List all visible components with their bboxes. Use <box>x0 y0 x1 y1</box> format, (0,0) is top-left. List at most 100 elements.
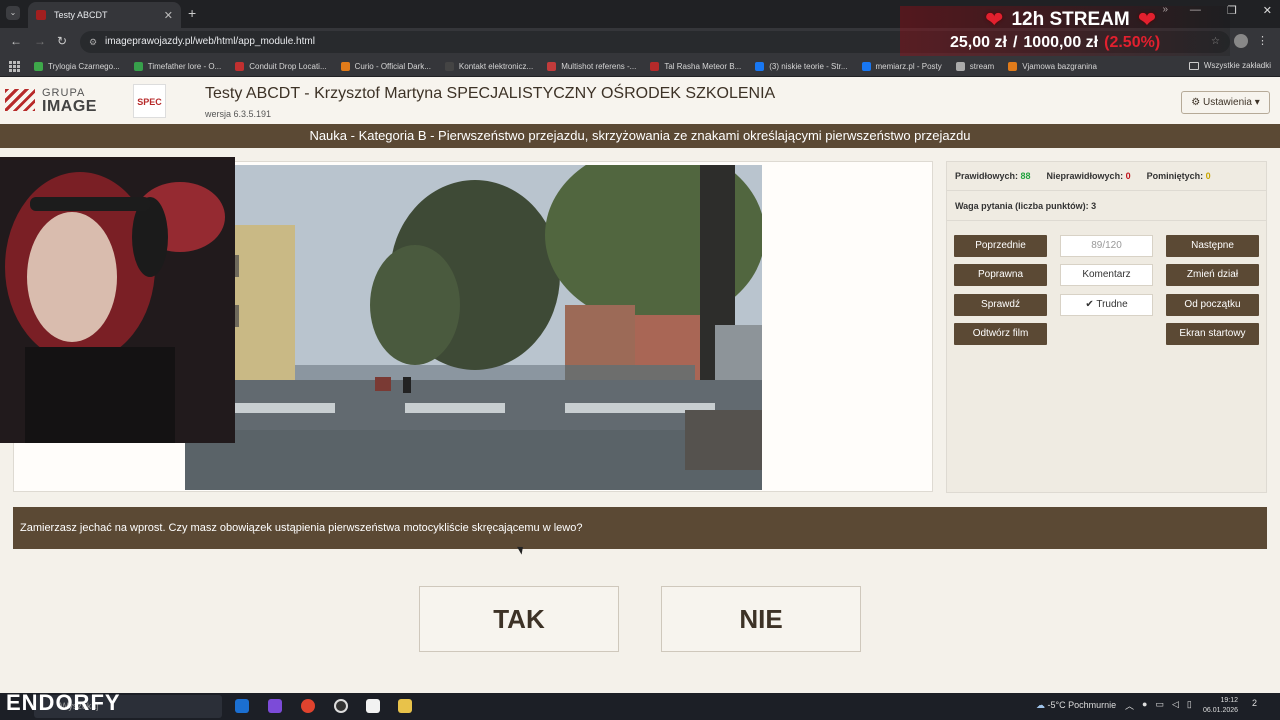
clock-date: 06.01.2026 <box>1203 707 1239 714</box>
bookmark-favicon-icon <box>955 61 965 71</box>
chrome-icon[interactable] <box>301 699 315 713</box>
bookmarks-bar: Trylogia Czarnego... Timefather lore - O.… <box>0 56 1280 77</box>
cloud-icon: ☁ <box>1036 700 1045 710</box>
heart-icon: ❤ <box>985 7 1004 32</box>
close-window-icon[interactable]: ✕ <box>1263 4 1272 17</box>
gear-icon: ⚙ <box>1191 97 1201 108</box>
change-section-button[interactable]: Zmień dział <box>1166 264 1259 286</box>
endorfy-logo: ENDORFY <box>6 690 121 715</box>
settings-button[interactable]: ⚙ Ustawienia ▾ <box>1181 91 1270 114</box>
bookmark-label: Multishot referens -... <box>561 61 637 71</box>
grupa-image-logo-icon <box>5 89 35 111</box>
back-icon[interactable]: ← <box>10 34 22 48</box>
streamer-webcam-image <box>0 157 235 443</box>
site-header: GRUPA IMAGE SPEC Testy ABCDT - Krzysztof… <box>0 77 1280 124</box>
tab-title: Testy ABCDT <box>54 10 108 20</box>
copilot-icon[interactable] <box>235 699 249 713</box>
tab-favicon-icon <box>36 10 46 20</box>
taskbar-clock[interactable]: 19:12 06.01.2026 <box>1203 696 1238 716</box>
new-tab-button[interactable]: + <box>188 5 196 21</box>
stream-title: 12h STREAM <box>1011 9 1130 30</box>
tab-close-icon[interactable]: ✕ <box>164 9 173 22</box>
question-text: Zamierzasz jechać na wprost. Czy masz ob… <box>13 507 1267 549</box>
from-start-button[interactable]: Od początku <box>1166 294 1259 316</box>
site-info-icon[interactable]: ⚙ <box>89 31 97 53</box>
divider <box>947 220 1266 221</box>
bookmark-item[interactable]: memiarz.pl - Posty <box>861 61 942 71</box>
answer-yes-button[interactable]: TAK <box>419 586 619 652</box>
bookmark-item[interactable]: Vjamowa bazgranina <box>1008 61 1097 71</box>
system-tray: ︿ ● ▭ ◁ ▯ <box>1125 699 1192 712</box>
divider <box>947 190 1266 191</box>
heart-icon: ❤ <box>1137 7 1157 32</box>
bookmark-item[interactable]: Multishot referens -... <box>547 61 637 71</box>
browser-menu-icon[interactable]: ⋮ <box>1257 34 1268 47</box>
network-icon[interactable]: ▭ <box>1155 699 1164 712</box>
difficult-toggle[interactable]: ✔ Trudne <box>1060 294 1153 316</box>
street-scene-image <box>185 165 762 490</box>
play-movie-button[interactable]: Odtwórz film <box>954 323 1047 345</box>
bookmark-label: Vjamowa bazgranina <box>1022 61 1097 71</box>
previous-button[interactable]: Poprzednie <box>954 235 1047 257</box>
stream-separator: / <box>1012 34 1018 51</box>
battery-icon[interactable]: ▯ <box>1187 699 1192 712</box>
bookmark-item[interactable]: Kontakt elektronicz... <box>444 61 534 71</box>
url-text: imageprawojazdy.pl/web/html/app_module.h… <box>105 36 315 47</box>
comment-button[interactable]: Komentarz <box>1060 264 1153 286</box>
apps-grid-icon[interactable] <box>9 60 20 72</box>
bookmark-favicon-icon <box>133 61 143 71</box>
streamer-webcam <box>0 157 235 443</box>
obs-icon[interactable] <box>334 699 348 713</box>
microphone-icon[interactable]: ● <box>1142 699 1147 712</box>
bookmark-label: Conduit Drop Locati... <box>249 61 327 71</box>
bookmark-favicon-icon <box>650 61 660 71</box>
bookmark-favicon-icon <box>444 61 454 71</box>
app-icon[interactable] <box>366 699 380 713</box>
weather-text: -5°C Pochmurnie <box>1047 700 1117 710</box>
bookmark-label: Curio - Official Dark... <box>354 61 431 71</box>
discord-icon[interactable] <box>268 699 282 713</box>
bookmark-label: (3) niskie teorie - Str... <box>769 61 848 71</box>
all-bookmarks[interactable]: Wszystkie zakładki <box>1188 61 1271 70</box>
bookmark-label: Kontakt elektronicz... <box>458 61 534 71</box>
category-bar: Nauka - Kategoria B - Pierwszeństwo prze… <box>0 124 1280 148</box>
bookmark-favicon-icon <box>1008 61 1018 71</box>
check-button[interactable]: Sprawdź <box>954 294 1047 316</box>
answer-no-button[interactable]: NIE <box>661 586 861 652</box>
file-explorer-icon[interactable] <box>398 699 412 713</box>
bookmark-item[interactable]: Tal Rasha Meteor B... <box>650 61 742 71</box>
checkmark-icon: ✔ <box>1085 299 1094 310</box>
profile-avatar[interactable] <box>1234 34 1248 48</box>
folder-icon <box>1188 61 1199 70</box>
weather-widget[interactable]: ☁ -5°C Pochmurnie <box>1036 700 1116 711</box>
bookmark-favicon-icon <box>34 61 43 71</box>
stream-overlay-title: ❤ 12h STREAM ❤ <box>985 9 1156 31</box>
app-version: wersja 6.3.5.191 <box>205 109 272 119</box>
bookmark-favicon-icon <box>861 61 871 71</box>
bookmark-label: Tal Rasha Meteor B... <box>664 61 742 71</box>
bookmark-item[interactable]: (3) niskie teorie - Str... <box>755 61 848 71</box>
bookmark-item[interactable]: Conduit Drop Locati... <box>235 61 327 71</box>
tab-search-button[interactable]: ⌄ <box>6 6 20 20</box>
bookmark-favicon-icon <box>755 61 765 71</box>
notifications-icon[interactable]: 2 <box>1252 698 1268 712</box>
bookmark-item[interactable]: stream <box>955 61 995 71</box>
start-screen-button[interactable]: Ekran startowy <box>1166 323 1259 345</box>
stream-percent: (2.50%) <box>1104 34 1161 51</box>
question-counter: 89/120 <box>1060 235 1153 257</box>
correct-answer-button[interactable]: Poprawna <box>954 264 1047 286</box>
forward-icon[interactable]: → <box>34 34 46 48</box>
clock-time: 19:12 <box>1220 697 1239 704</box>
chevron-up-icon[interactable]: ︿ <box>1125 699 1134 712</box>
bookmark-item[interactable]: Timefather lore - O... <box>133 61 221 71</box>
bookmark-label: stream <box>969 61 995 71</box>
reload-icon[interactable]: ↻ <box>57 34 67 48</box>
bookmark-item[interactable]: Curio - Official Dark... <box>340 61 431 71</box>
page-title: Testy ABCDT - Krzysztof Martyna SPECJALI… <box>205 85 776 102</box>
next-button[interactable]: Następne <box>1166 235 1259 257</box>
stream-raised: 25,00 zł <box>950 34 1007 51</box>
browser-tab[interactable]: Testy ABCDT ✕ <box>28 2 181 28</box>
volume-icon[interactable]: ◁ <box>1172 699 1179 712</box>
question-video[interactable] <box>185 165 762 490</box>
bookmark-item[interactable]: Trylogia Czarnego... <box>34 61 120 71</box>
